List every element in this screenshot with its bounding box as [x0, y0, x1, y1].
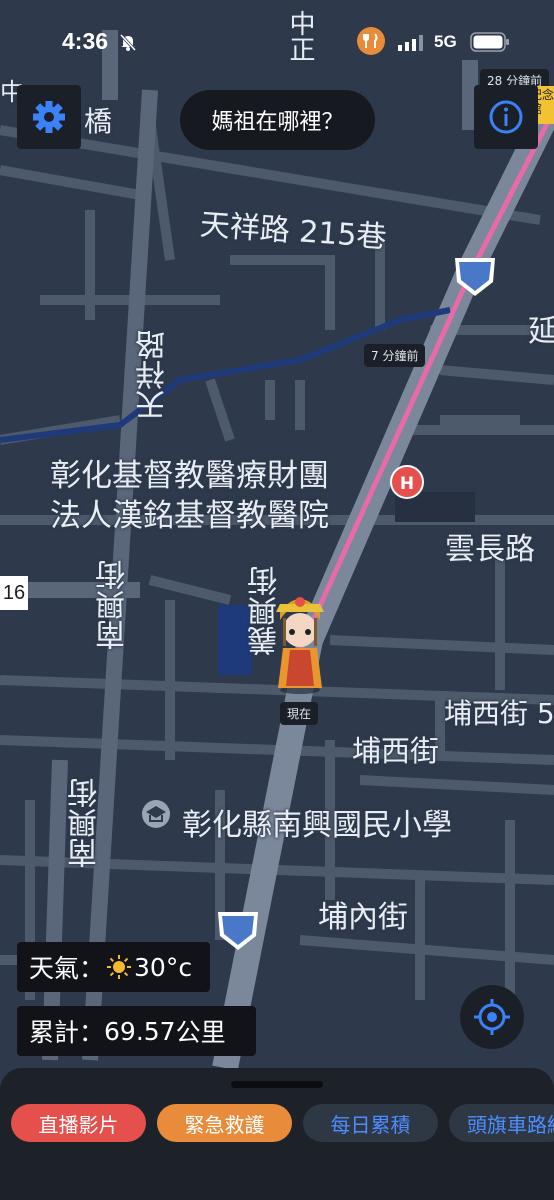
svg-text:H: H — [400, 474, 414, 494]
temperature-value: 30°c — [134, 952, 193, 982]
map-label-yunchang: 雲長路 — [445, 532, 535, 567]
tab-live-video[interactable]: 直播影片 — [11, 1104, 146, 1142]
map-label-hospital-line1: 彰化基督教醫療財團 — [50, 458, 329, 494]
network-type: 5G — [434, 32, 457, 51]
distance-value: 69.57 — [104, 1016, 176, 1046]
map-label-school: 彰化縣南興國民小學 — [182, 808, 452, 843]
where-is-mazu-button[interactable]: 媽祖在哪裡？ — [180, 90, 375, 150]
tab-lead-flag-route[interactable]: 頭旗車路線 — [449, 1104, 554, 1142]
weather-box: 天氣： 30°c — [17, 942, 210, 992]
signal-bars-icon — [398, 35, 423, 51]
map-label-nanxing-2: 南興街 — [68, 778, 103, 868]
route-time-chip-mid: 7 分鐘前 — [364, 344, 426, 367]
distance-unit: 公里 — [175, 1018, 226, 1047]
gear-icon — [33, 101, 65, 133]
distance-box: 累計： 69.57 公里 — [17, 1006, 256, 1056]
sheet-drag-handle[interactable] — [231, 1081, 323, 1088]
info-icon — [489, 100, 523, 134]
map-label-yixing: 義興街 — [248, 566, 283, 656]
map-label-bridge: 橋 — [84, 105, 113, 138]
where-is-mazu-label: 媽祖在哪裡？ — [211, 110, 344, 135]
battery-icon — [470, 32, 509, 52]
weather-label: 天氣： — [29, 954, 105, 983]
map-label-yan: 延 — [528, 314, 554, 349]
silent-bell-icon — [119, 33, 137, 52]
current-position-label: 現在 — [280, 702, 319, 725]
status-time: 4:36 — [62, 28, 109, 54]
map-label-hospital-line2: 法人漢銘基督教醫院 — [50, 498, 329, 534]
restaurant-pin-icon — [357, 27, 385, 55]
distance-label: 累計： — [29, 1018, 105, 1047]
sun-icon — [107, 955, 132, 979]
info-button[interactable] — [474, 85, 538, 149]
map-label-buxi-2: 埔西街 — [352, 734, 440, 768]
map-label-buxi-1: 埔西街 5 — [444, 697, 554, 730]
map-label-nanxing-1: 南興街 — [96, 560, 131, 650]
locate-me-button[interactable] — [460, 985, 524, 1049]
route-16-shield: 16 — [0, 576, 28, 610]
tab-daily-total[interactable]: 每日累積 — [303, 1104, 438, 1142]
map-label-tianxiang: 天祥路 — [136, 330, 171, 420]
crosshair-icon — [474, 999, 510, 1035]
hospital-marker[interactable]: H — [390, 465, 424, 499]
map-label-punei: 埔內街 — [318, 900, 408, 935]
settings-button[interactable] — [17, 85, 81, 149]
school-icon — [142, 800, 170, 828]
tab-emergency[interactable]: 緊急救護 — [157, 1104, 292, 1142]
status-bar: 4:36 5G — [0, 0, 554, 84]
